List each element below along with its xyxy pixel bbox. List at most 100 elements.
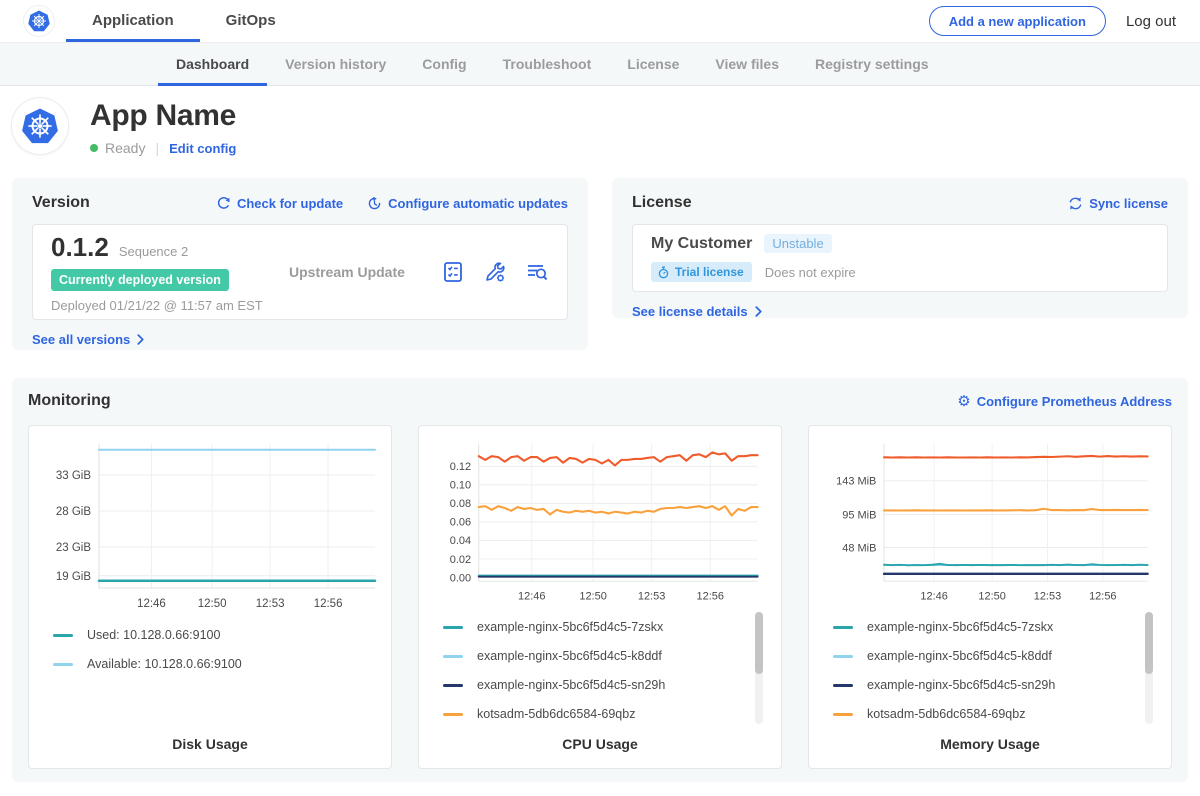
svg-text:95 MiB: 95 MiB [842,509,876,521]
chevron-right-icon [755,306,762,317]
config-wrench-icon[interactable] [483,260,507,284]
customer-name: My Customer [651,235,752,253]
svg-text:0.10: 0.10 [450,480,471,492]
legend-scrollbar[interactable] [755,612,763,724]
app-header: App Name Ready | Edit config [0,86,1200,170]
legend-series-dash [53,663,73,666]
disk-usage-legend: Used: 10.128.0.66:9100Available: 10.128.… [37,614,383,736]
svg-text:23 GiB: 23 GiB [56,542,91,554]
chart-title: Disk Usage [37,736,383,756]
disk-usage-chart-card: 19 GiB 23 GiB 28 GiB 33 GiB 12:46 12:50 12:53 1… [28,425,392,769]
legend-series-label: example-nginx-5bc6f5d4c5-sn29h [477,678,665,692]
add-application-button[interactable]: Add a new application [929,6,1106,36]
legend-item: example-nginx-5bc6f5d4c5-k8ddf [443,649,745,663]
legend-series-label: Available: 10.128.0.66:9100 [87,657,242,671]
preflight-checks-icon[interactable] [441,260,465,284]
legend-series-label: example-nginx-5bc6f5d4c5-k8ddf [867,649,1052,663]
legend-item: example-nginx-5bc6f5d4c5-7zskx [443,620,745,634]
legend-item: example-nginx-5bc6f5d4c5-sn29h [443,678,745,692]
legend-series-label: example-nginx-5bc6f5d4c5-7zskx [867,620,1053,634]
current-version-panel: 0.1.2 Sequence 2 Currently deployed vers… [32,224,568,320]
legend-item: kotsadm-5db6dc6584-69qbz [833,707,1135,721]
configure-automatic-updates-link[interactable]: Configure automatic updates [367,196,568,211]
chevron-right-icon [137,334,144,345]
see-all-versions-link[interactable]: See all versions [32,332,568,347]
svg-text:12:56: 12:56 [314,598,343,610]
status-ready-dot [90,144,98,152]
subnav-tab-license[interactable]: License [609,43,697,85]
clock-refresh-icon [367,196,382,211]
svg-text:28 GiB: 28 GiB [56,506,91,518]
top-nav: Application GitOps Add a new application… [0,0,1200,42]
edit-config-link[interactable]: Edit config [169,141,236,156]
nav-tab-application[interactable]: Application [66,0,200,42]
svg-text:12:56: 12:56 [696,590,723,602]
upstream-update-label: Upstream Update [289,264,405,280]
currently-deployed-badge: Currently deployed version [51,269,229,291]
sequence-label: Sequence 2 [119,244,188,259]
svg-text:12:53: 12:53 [1034,590,1061,602]
top-tabs: Application GitOps [66,0,302,42]
sync-license-link[interactable]: Sync license [1068,196,1168,211]
memory-usage-chart-card: 48 MiB95 MiB143 MiB12:4612:5012:5312:56 … [808,425,1172,769]
subnav-tab-view-files[interactable]: View files [697,43,797,85]
logout-link[interactable]: Log out [1126,13,1176,30]
legend-series-dash [833,655,853,658]
svg-text:0.00: 0.00 [450,572,471,584]
top-right-actions: Add a new application Log out [929,6,1200,36]
scrollbar-thumb[interactable] [755,612,763,674]
svg-text:19 GiB: 19 GiB [56,571,91,583]
app-subnav: Dashboard Version history Config Trouble… [0,42,1200,86]
legend-series-dash [443,684,463,687]
deployed-timestamp: Deployed 01/21/22 @ 11:57 am EST [51,298,279,313]
chart-title: CPU Usage [427,736,773,756]
cpu-usage-legend: example-nginx-5bc6f5d4c5-7zskx example-ng… [427,606,773,736]
legend-scrollbar[interactable] [1145,612,1153,724]
status-label: Ready [105,140,145,156]
legend-series-label: example-nginx-5bc6f5d4c5-sn29h [867,678,1055,692]
legend-series-dash [833,626,853,629]
subnav-tab-registry-settings[interactable]: Registry settings [797,43,947,85]
svg-text:0.02: 0.02 [450,554,471,566]
legend-item: example-nginx-5bc6f5d4c5-sn29h [833,678,1135,692]
svg-text:0.08: 0.08 [450,498,471,510]
version-card-title: Version [32,194,90,212]
version-number: 0.1.2 [51,232,109,263]
gear-icon: ⚙ [957,394,970,409]
legend-series-label: kotsadm-5db6dc6584-69qbz [477,707,635,721]
svg-text:12:46: 12:46 [137,598,166,610]
subnav-tab-dashboard[interactable]: Dashboard [158,43,267,85]
svg-text:12:50: 12:50 [978,590,1005,602]
legend-series-dash [833,684,853,687]
view-logs-icon[interactable] [525,260,549,284]
chart-title: Memory Usage [817,736,1163,756]
scrollbar-thumb[interactable] [1145,612,1153,674]
subnav-tab-config[interactable]: Config [404,43,484,85]
subnav-tab-troubleshoot[interactable]: Troubleshoot [485,43,610,85]
legend-item: kotsadm-5db6dc6584-69qbz [443,707,745,721]
see-license-details-link[interactable]: See license details [632,304,1168,319]
app-logo-icon [12,98,68,154]
version-card: Version Check for update Configure au [12,178,588,350]
check-for-update-link[interactable]: Check for update [216,196,343,211]
legend-series-label: kotsadm-5db6dc6584-69qbz [867,707,1025,721]
configure-prometheus-link[interactable]: ⚙ Configure Prometheus Address [957,394,1172,409]
legend-series-dash [443,713,463,716]
license-panel: My Customer Unstable Trial license Does … [632,224,1168,292]
monitoring-title: Monitoring [28,392,111,410]
trial-license-badge: Trial license [651,262,752,282]
svg-text:143 MiB: 143 MiB [836,476,876,488]
cpu-usage-chart-card: 0.000.020.040.060.080.100.1212:4612:5012… [418,425,782,769]
svg-text:12:50: 12:50 [198,598,227,610]
monitoring-card: Monitoring ⚙ Configure Prometheus Addres… [12,378,1188,782]
divider: | [155,140,159,156]
memory-usage-chart: 48 MiB95 MiB143 MiB12:4612:5012:5312:56 [817,436,1165,606]
legend-series-dash [53,634,73,637]
svg-text:12:53: 12:53 [256,598,285,610]
legend-series-dash [443,655,463,658]
nav-tab-gitops[interactable]: GitOps [200,0,302,42]
svg-text:33 GiB: 33 GiB [56,470,91,482]
subnav-tab-version-history[interactable]: Version history [267,43,404,85]
svg-text:12:56: 12:56 [1089,590,1116,602]
legend-item: example-nginx-5bc6f5d4c5-7zskx [833,620,1135,634]
